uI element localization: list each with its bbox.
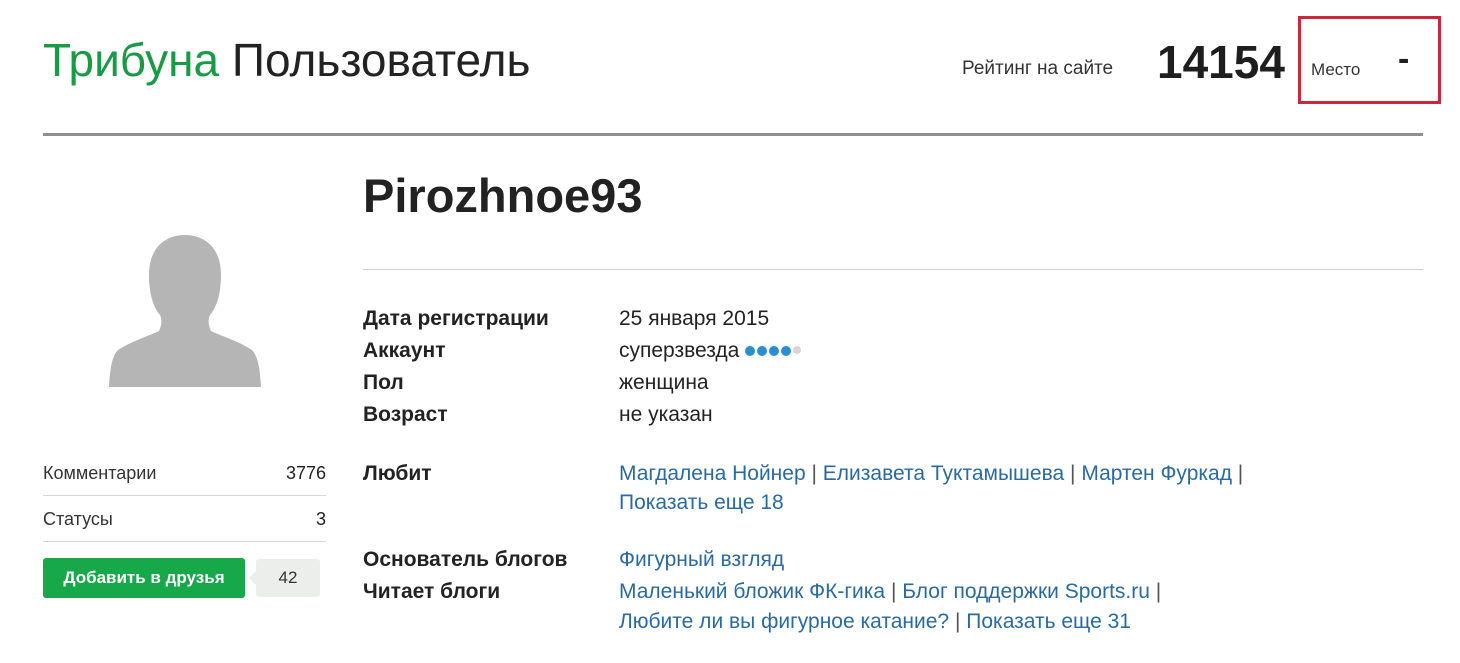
stat-comments: Комментарии 3776 xyxy=(43,452,326,496)
likes-link-2[interactable]: Елизавета Туктамышева xyxy=(823,462,1064,485)
brand-logo-text[interactable]: Трибуна xyxy=(43,34,219,86)
header-divider xyxy=(43,133,1423,136)
reads-list: Маленький бложик ФК-гика | Блог поддержк… xyxy=(619,580,1162,603)
stat-comments-label: Комментарии xyxy=(43,463,157,483)
place-value: - xyxy=(1398,40,1410,78)
username: Pirozhnoe93 xyxy=(363,169,643,222)
founder-value: Фигурный взгляд xyxy=(619,548,784,572)
reads-link-2[interactable]: Блог поддержки Sports.ru xyxy=(902,580,1150,603)
likes-label: Любит xyxy=(363,462,432,485)
add-friend-button[interactable]: Добавить в друзья xyxy=(43,558,245,598)
age-label: Возраст xyxy=(363,403,448,426)
likes-link-3[interactable]: Мартен Фуркад xyxy=(1081,462,1232,485)
account-level-dots xyxy=(745,346,802,357)
stat-statuses: Статусы 3 xyxy=(43,498,326,542)
section-title: Пользователь xyxy=(231,34,531,86)
gender-label: Пол xyxy=(363,371,404,394)
likes-list: Магдалена Нойнер | Елизавета Туктамышева… xyxy=(619,462,1244,485)
username-divider xyxy=(363,269,1423,270)
account-value: суперзвезда xyxy=(619,339,802,363)
account-status-text: суперзвезда xyxy=(619,339,740,362)
gender-value: женщина xyxy=(619,371,709,394)
level-dot-filled xyxy=(745,346,756,357)
friends-count-badge[interactable]: 42 xyxy=(249,559,320,597)
reads-show-more-link[interactable]: Показать еще 31 xyxy=(966,610,1131,633)
avatar xyxy=(108,235,262,389)
level-dot-filled xyxy=(757,346,768,357)
rating-label: Рейтинг на сайте xyxy=(962,58,1114,79)
place-label: Место xyxy=(1311,60,1361,79)
stat-statuses-value: 3 xyxy=(315,509,326,529)
stat-comments-value: 3776 xyxy=(285,463,326,483)
stat-statuses-label: Статусы xyxy=(43,509,113,529)
founder-label: Основатель блогов xyxy=(363,548,568,571)
likes-link-1[interactable]: Магдалена Нойнер xyxy=(619,462,806,485)
registration-value: 25 января 2015 xyxy=(619,307,770,330)
account-label: Аккаунт xyxy=(363,339,446,362)
registration-label: Дата регистрации xyxy=(363,307,549,330)
age-value: не указан xyxy=(619,403,713,426)
founder-blog-link[interactable]: Фигурный взгляд xyxy=(619,548,784,571)
reads-list-cont: Любите ли вы фигурное катание? | Показат… xyxy=(619,610,1131,633)
likes-more-row: Показать еще 18 xyxy=(619,491,784,515)
friends-count-value: 42 xyxy=(278,568,298,587)
rating-value: 14154 xyxy=(1157,36,1285,88)
level-dot-filled xyxy=(769,346,780,357)
reads-link-1[interactable]: Маленький бложик ФК-гика xyxy=(619,580,885,603)
level-dot-empty xyxy=(793,346,802,355)
user-silhouette-icon xyxy=(109,235,261,387)
level-dot-filled xyxy=(781,346,792,357)
page-title: Трибуна Пользователь xyxy=(43,32,530,88)
likes-show-more-link[interactable]: Показать еще 18 xyxy=(619,491,784,514)
reads-label: Читает блоги xyxy=(363,580,501,603)
reads-link-3[interactable]: Любите ли вы фигурное катание? xyxy=(619,610,949,633)
